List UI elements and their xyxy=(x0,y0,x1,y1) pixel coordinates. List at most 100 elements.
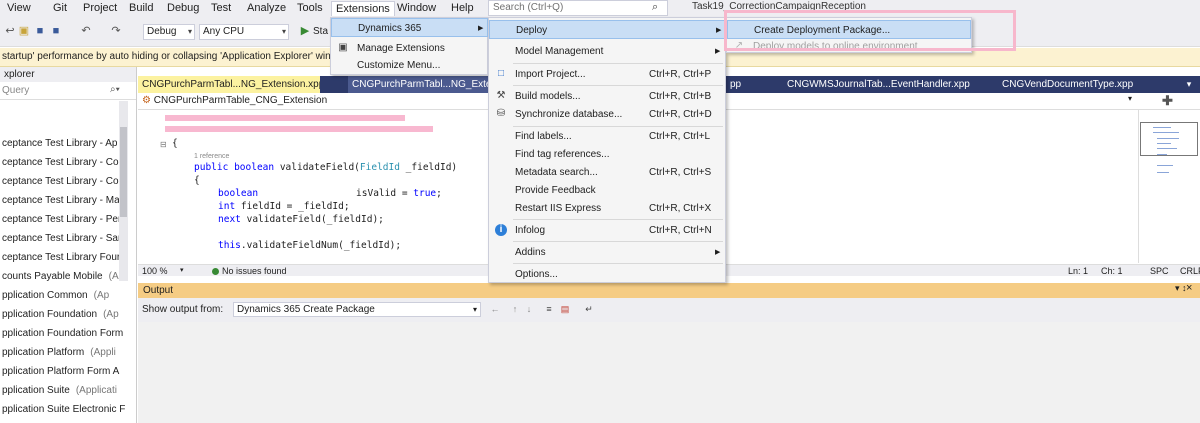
explorer-list-item[interactable]: pplication Foundation (Ap xyxy=(2,309,119,320)
explorer-list-item[interactable]: ceptance Test Library Four xyxy=(2,252,120,263)
menu-view[interactable]: View xyxy=(3,1,35,16)
redaction-mark xyxy=(165,126,433,132)
tab-wmsjournal[interactable]: CNGWMSJournalTab...EventHandler.xpp xyxy=(783,76,983,93)
application-explorer: xplorer Query ⌕▾ ceptance Test Library -… xyxy=(0,67,137,423)
menu-extensions[interactable]: Extensions xyxy=(331,1,395,16)
code-reference-count[interactable]: 1 reference xyxy=(194,153,229,160)
save-all-icon[interactable]: ■ xyxy=(50,25,62,37)
prev-message-icon[interactable]: ↑ xyxy=(510,304,520,314)
explorer-list-item[interactable]: pplication Platform (Appli xyxy=(2,347,116,358)
tab-xpp[interactable]: pp xyxy=(726,76,756,93)
back-icon[interactable]: ↩ xyxy=(4,25,16,37)
menu-item-model-management[interactable]: Model Management ▶ xyxy=(489,42,726,61)
menu-git[interactable]: Git xyxy=(49,1,71,16)
explorer-list-item[interactable]: ceptance Test Library - Per xyxy=(2,214,121,225)
next-message-icon[interactable]: ↓ xyxy=(524,304,534,314)
clear-output-icon[interactable]: ▤ xyxy=(560,304,570,314)
start-icon[interactable]: ▶ xyxy=(299,25,311,37)
menu-item-build-models[interactable]: ⚒ Build models... Ctrl+R, Ctrl+B xyxy=(489,87,726,106)
explorer-list-item[interactable]: pplication Suite Electronic F xyxy=(2,404,125,415)
line-ending[interactable]: CRLF xyxy=(1180,265,1200,277)
menu-item-label: Customize Menu... xyxy=(357,60,441,71)
menu-item-options[interactable]: Options... xyxy=(489,265,726,284)
menu-shortcut: Ctrl+R, Ctrl+D xyxy=(649,109,712,120)
indent-mode[interactable]: SPC xyxy=(1150,265,1169,277)
undo-icon[interactable]: ↶ xyxy=(80,25,92,37)
zoom-level[interactable]: 100 % xyxy=(142,265,168,277)
explorer-list-item[interactable]: pplication Foundation Form xyxy=(2,328,123,339)
menu-analyze[interactable]: Analyze xyxy=(243,1,290,16)
menu-item-synchronize-database[interactable]: ⛁ Synchronize database... Ctrl+R, Ctrl+D xyxy=(489,105,726,124)
menu-item-infolog[interactable]: i Infolog Ctrl+R, Ctrl+N xyxy=(489,221,726,240)
menu-project[interactable]: Project xyxy=(79,1,121,16)
pin-icon[interactable]: ▾ ↕ xyxy=(1175,283,1187,294)
explorer-list-item[interactable]: ceptance Test Library - Sar xyxy=(2,233,121,244)
menu-item-addins[interactable]: Addins ▶ xyxy=(489,243,726,262)
menu-tools[interactable]: Tools xyxy=(293,1,327,16)
tab-purchparmtable-modified[interactable]: CNGPurchParmTabl...NG_Extension.xpp* xyxy=(138,76,320,93)
tab-venddocumenttype[interactable]: CNGVendDocumentType.xpp xyxy=(998,76,1158,93)
class-selector[interactable]: ⚙ CNGPurchParmTable_CNG_Extension xyxy=(142,94,327,108)
find-message-icon[interactable]: ← xyxy=(490,304,500,314)
menu-build[interactable]: Build xyxy=(125,1,157,16)
explorer-list-item[interactable]: ceptance Test Library - Co xyxy=(2,157,119,168)
explorer-item-label: ceptance Test Library Four xyxy=(2,252,121,263)
explorer-list-item[interactable]: counts Payable Mobile (A xyxy=(2,271,119,282)
search-icon[interactable]: ⌕▾ xyxy=(110,84,120,95)
platform-select[interactable]: Any CPU ▾ xyxy=(199,24,289,40)
menu-item-find-labels[interactable]: Find labels... Ctrl+R, Ctrl+L xyxy=(489,127,726,146)
collapse-icon[interactable]: ⊟ xyxy=(160,140,167,149)
code-token: = xyxy=(396,188,414,199)
menu-item-customize-menu[interactable]: Customize Menu... xyxy=(331,56,488,75)
class-icon: ⚙ xyxy=(142,95,151,106)
menu-item-provide-feedback[interactable]: Provide Feedback xyxy=(489,181,726,200)
menu-test[interactable]: Test xyxy=(207,1,235,16)
start-button-label[interactable]: Sta xyxy=(313,26,328,37)
menu-item-deploy[interactable]: Deploy ▶ xyxy=(489,20,726,39)
tab-overflow-icon[interactable]: ▾ xyxy=(1178,76,1200,93)
menu-help[interactable]: Help xyxy=(447,1,478,16)
menu-item-restart-iis-express[interactable]: Restart IIS Express Ctrl+R, Ctrl+X xyxy=(489,199,726,218)
chevron-down-icon: ▾ xyxy=(281,27,286,36)
search-input[interactable]: Search (Ctrl+Q) xyxy=(488,0,668,16)
line-number: Ln: 1 xyxy=(1068,266,1089,276)
new-project-icon[interactable]: ▣ xyxy=(18,25,30,37)
save-icon[interactable]: ■ xyxy=(34,25,46,37)
explorer-list-item[interactable]: ceptance Test Library - Ap xyxy=(2,138,117,149)
output-text-area[interactable] xyxy=(138,322,1200,423)
clear-all-icon[interactable]: ≡ xyxy=(544,304,554,314)
configuration-select[interactable]: Debug ▾ xyxy=(143,24,195,40)
menu-item-label: Import Project... xyxy=(515,69,586,80)
tab-purchparmtable[interactable]: CNGPurchParmTabl...NG_Extension xyxy=(348,76,488,93)
close-icon[interactable]: × xyxy=(1186,282,1192,294)
search-icon[interactable]: ⌕ xyxy=(652,1,658,14)
menu-item-dynamics-365[interactable]: Dynamics 365 ▶ xyxy=(331,18,488,37)
menu-window[interactable]: Window xyxy=(393,1,440,16)
explorer-scroll-thumb[interactable] xyxy=(120,127,127,217)
explorer-list-item[interactable]: ceptance Test Library - Ma xyxy=(2,195,120,206)
explorer-list-item[interactable]: pplication Suite (Applicati xyxy=(2,385,117,396)
explorer-list-item[interactable]: pplication Platform Form A xyxy=(2,366,119,377)
menu-debug[interactable]: Debug xyxy=(163,1,203,16)
minimap-viewport[interactable] xyxy=(1140,122,1198,156)
code-line-int: int fieldId = _fieldId; xyxy=(218,201,350,212)
menu-item-import-project[interactable]: □ Import Project... Ctrl+R, Ctrl+P xyxy=(489,65,726,84)
menu-item-label: Infolog xyxy=(515,225,546,236)
chevron-down-icon[interactable]: ▾ xyxy=(180,265,184,277)
explorer-item-label: pplication Foundation xyxy=(2,309,98,320)
menu-item-find-tag-references[interactable]: Find tag references... xyxy=(489,145,726,164)
issues-status[interactable]: No issues found xyxy=(222,265,287,277)
explorer-list-item[interactable]: pplication Common (Ap xyxy=(2,290,109,301)
database-icon: ⛁ xyxy=(496,108,506,119)
menu-item-metadata-search[interactable]: Metadata search... Ctrl+R, Ctrl+S xyxy=(489,163,726,182)
output-source-select[interactable]: Dynamics 365 Create Package ▾ xyxy=(233,302,481,317)
chevron-down-icon[interactable]: ▾ xyxy=(1128,94,1132,103)
redo-icon[interactable]: ↷ xyxy=(110,25,122,37)
menu-item-label: Dynamics 365 xyxy=(358,23,422,34)
word-wrap-icon[interactable]: ↵ xyxy=(584,304,594,314)
submenu-arrow-icon: ▶ xyxy=(478,25,484,32)
split-add-icon[interactable]: ✚ xyxy=(1162,93,1173,109)
explorer-list-item[interactable]: ceptance Test Library - Co xyxy=(2,176,119,187)
menu-item-label: Provide Feedback xyxy=(515,185,596,196)
explorer-item-label: ceptance Test Library - Ma xyxy=(2,195,120,206)
